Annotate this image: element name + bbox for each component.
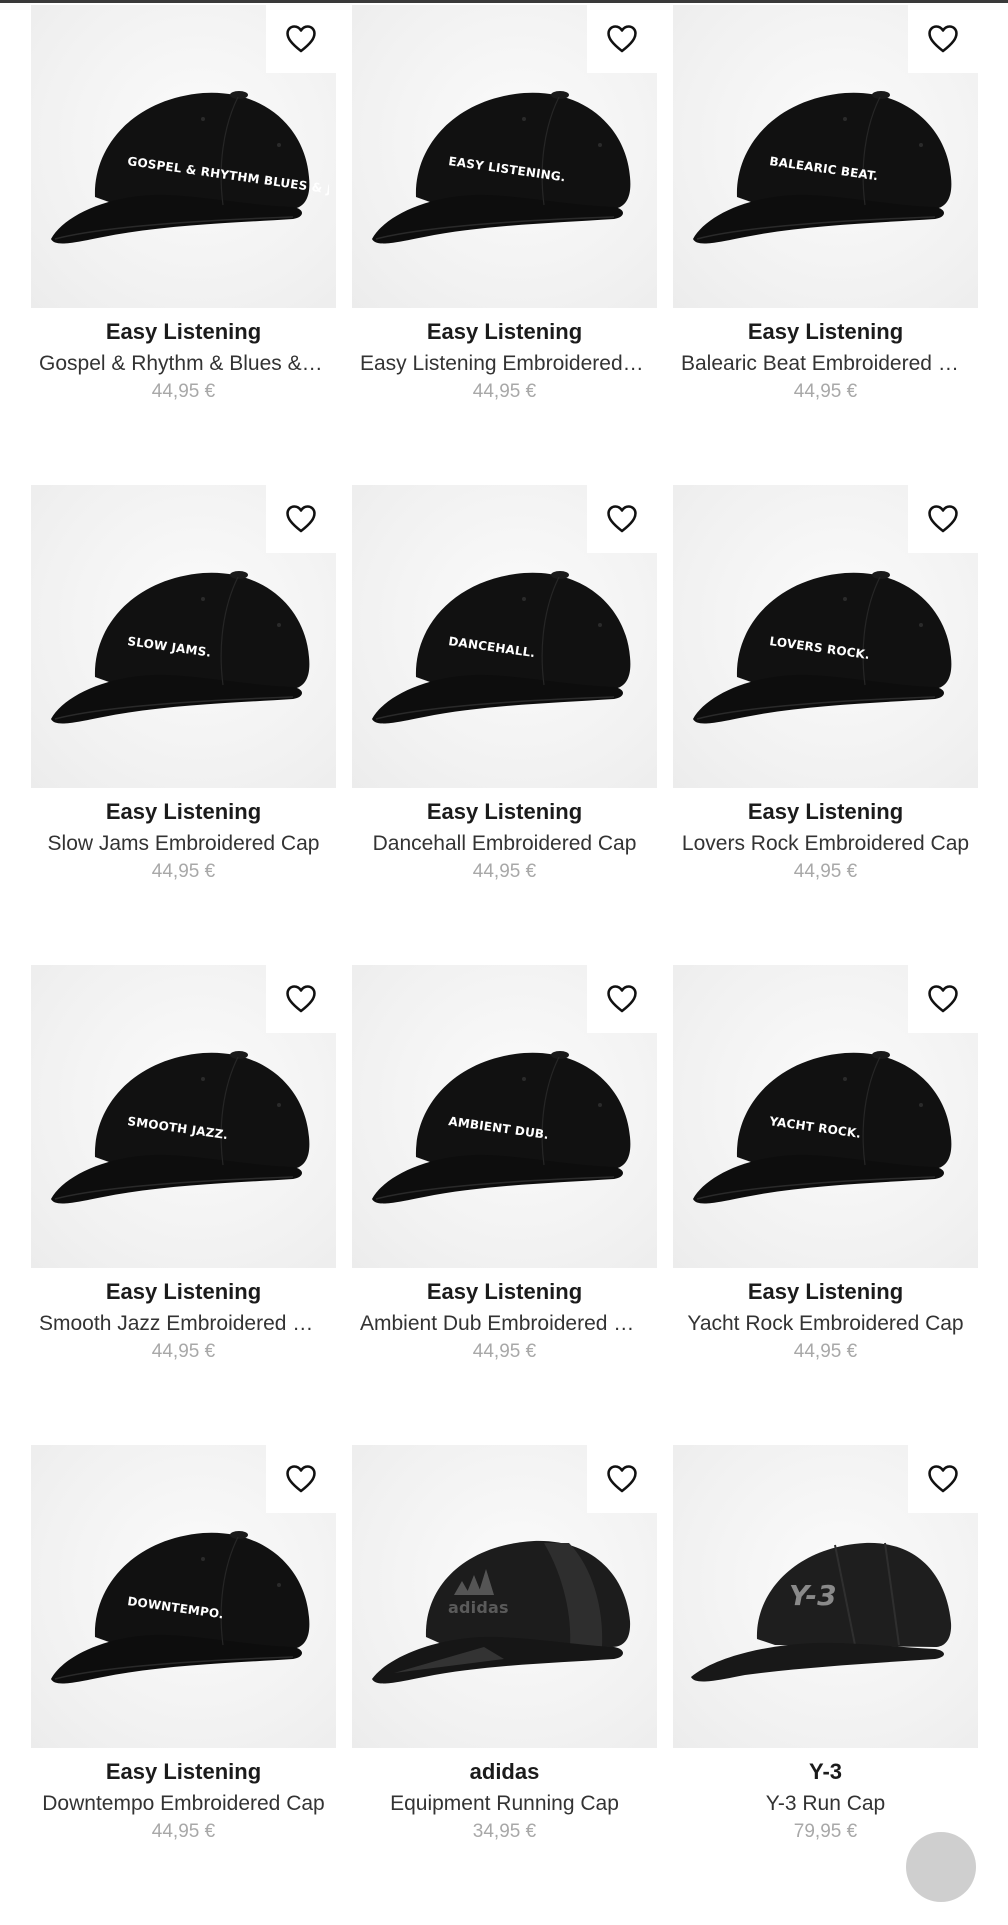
heart-outline-icon [607, 505, 637, 533]
product-name[interactable]: Balearic Beat Embroidered C… [673, 349, 978, 379]
favorite-button[interactable] [908, 1445, 978, 1513]
product-name[interactable]: Slow Jams Embroidered Cap [31, 829, 336, 859]
product-price: 44,95 € [151, 1341, 216, 1362]
favorite-button[interactable] [587, 5, 657, 73]
product-price: 34,95 € [472, 1821, 537, 1842]
favorite-button[interactable] [266, 1445, 336, 1513]
product-name[interactable]: Downtempo Embroidered Cap [31, 1789, 336, 1819]
product-card[interactable]: DOWNTEMPO. Easy Listening Downtempo Embr… [31, 1445, 336, 1925]
product-card[interactable]: LOVERS ROCK. Easy Listening Lovers Rock … [673, 485, 978, 965]
favorite-button[interactable] [908, 5, 978, 73]
product-price: 44,95 € [793, 381, 858, 402]
cap-logo: adidas [448, 1598, 509, 1617]
product-price: 44,95 € [151, 1821, 216, 1842]
heart-outline-icon [607, 25, 637, 53]
heart-outline-icon [286, 985, 316, 1013]
product-card[interactable]: DANCEHALL. Easy Listening Dancehall Embr… [352, 485, 657, 965]
cap-illustration: LOVERS ROCK. [693, 571, 952, 724]
product-name[interactable]: Yacht Rock Embroidered Cap [673, 1309, 978, 1339]
heart-outline-icon [286, 1465, 316, 1493]
product-card[interactable]: AMBIENT DUB. Easy Listening Ambient Dub … [352, 965, 657, 1445]
product-grid: GOSPEL & RHYTHM BLUES & JAZZ. Easy Liste… [31, 5, 978, 1925]
product-brand: Easy Listening [426, 799, 583, 824]
product-name[interactable]: Equipment Running Cap [352, 1789, 657, 1819]
product-name[interactable]: Gospel & Rhythm & Blues & J… [31, 349, 336, 379]
product-image[interactable]: BALEARIC BEAT. [673, 5, 978, 308]
favorite-button[interactable] [266, 485, 336, 553]
product-image[interactable]: AMBIENT DUB. [352, 965, 657, 1268]
product-brand: Easy Listening [747, 319, 904, 344]
product-brand: Easy Listening [105, 799, 262, 824]
product-image[interactable]: DOWNTEMPO. [31, 1445, 336, 1748]
heart-outline-icon [928, 25, 958, 53]
product-brand: Easy Listening [426, 319, 583, 344]
favorite-button[interactable] [266, 965, 336, 1033]
product-price: 44,95 € [151, 381, 216, 402]
product-card[interactable]: YACHT ROCK. Easy Listening Yacht Rock Em… [673, 965, 978, 1445]
product-image[interactable]: SMOOTH JAZZ. [31, 965, 336, 1268]
cap-illustration: SMOOTH JAZZ. [51, 1051, 310, 1204]
product-price: 44,95 € [472, 861, 537, 882]
product-brand: Easy Listening [426, 1279, 583, 1304]
heart-outline-icon [286, 505, 316, 533]
cap-illustration: AMBIENT DUB. [372, 1051, 631, 1204]
favorite-button[interactable] [587, 485, 657, 553]
favorite-button[interactable] [587, 1445, 657, 1513]
cap-illustration: Y-3 [691, 1542, 952, 1682]
scroll-to-top-button[interactable] [906, 1832, 976, 1902]
product-brand: Easy Listening [105, 319, 262, 344]
product-brand: adidas [469, 1759, 540, 1784]
favorite-button[interactable] [908, 965, 978, 1033]
product-name[interactable]: Ambient Dub Embroidered Cap [352, 1309, 657, 1339]
product-name[interactable]: Smooth Jazz Embroidered Cap [31, 1309, 336, 1339]
product-image[interactable]: YACHT ROCK. [673, 965, 978, 1268]
cap-logo: Y-3 [789, 1579, 837, 1612]
cap-illustration: EASY LISTENING. [372, 91, 631, 244]
product-name[interactable]: Y-3 Run Cap [673, 1789, 978, 1819]
product-card[interactable]: SMOOTH JAZZ. Easy Listening Smooth Jazz … [31, 965, 336, 1445]
product-image[interactable]: GOSPEL & RHYTHM BLUES & JAZZ. [31, 5, 336, 308]
product-image[interactable]: EASY LISTENING. [352, 5, 657, 308]
product-card[interactable]: EASY LISTENING. Easy Listening Easy List… [352, 5, 657, 485]
cap-illustration: DOWNTEMPO. [51, 1531, 310, 1684]
heart-outline-icon [607, 1465, 637, 1493]
product-card[interactable]: adidas adidas Equipment Running Cap 34,9… [352, 1445, 657, 1925]
product-image[interactable]: DANCEHALL. [352, 485, 657, 788]
cap-illustration: adidas [372, 1540, 631, 1684]
product-brand: Easy Listening [105, 1279, 262, 1304]
product-image[interactable]: SLOW JAMS. [31, 485, 336, 788]
product-name[interactable]: Easy Listening Embroidered … [352, 349, 657, 379]
product-brand: Easy Listening [105, 1759, 262, 1784]
product-card[interactable]: SLOW JAMS. Easy Listening Slow Jams Embr… [31, 485, 336, 965]
product-price: 44,95 € [793, 1341, 858, 1362]
heart-outline-icon [928, 1465, 958, 1493]
product-image[interactable]: adidas [352, 1445, 657, 1748]
product-image[interactable]: Y-3 [673, 1445, 978, 1748]
cap-illustration: GOSPEL & RHYTHM BLUES & JAZZ. [51, 91, 329, 244]
favorite-button[interactable] [908, 485, 978, 553]
product-name[interactable]: Lovers Rock Embroidered Cap [673, 829, 978, 859]
product-card[interactable]: GOSPEL & RHYTHM BLUES & JAZZ. Easy Liste… [31, 5, 336, 485]
product-card[interactable]: BALEARIC BEAT. Easy Listening Balearic B… [673, 5, 978, 485]
top-border [0, 0, 1008, 3]
product-price: 44,95 € [793, 861, 858, 882]
product-brand: Easy Listening [747, 1279, 904, 1304]
cap-illustration: YACHT ROCK. [693, 1051, 952, 1204]
product-price: 44,95 € [472, 1341, 537, 1362]
favorite-button[interactable] [266, 5, 336, 73]
product-price: 44,95 € [151, 861, 216, 882]
product-price: 44,95 € [472, 381, 537, 402]
cap-illustration: BALEARIC BEAT. [693, 91, 952, 244]
product-brand: Easy Listening [747, 799, 904, 824]
cap-illustration: DANCEHALL. [372, 571, 631, 724]
product-name[interactable]: Dancehall Embroidered Cap [352, 829, 657, 859]
heart-outline-icon [928, 985, 958, 1013]
favorite-button[interactable] [587, 965, 657, 1033]
product-image[interactable]: LOVERS ROCK. [673, 485, 978, 788]
heart-outline-icon [607, 985, 637, 1013]
cap-illustration: SLOW JAMS. [51, 571, 310, 724]
product-brand: Y-3 [808, 1759, 843, 1784]
heart-outline-icon [928, 505, 958, 533]
heart-outline-icon [286, 25, 316, 53]
